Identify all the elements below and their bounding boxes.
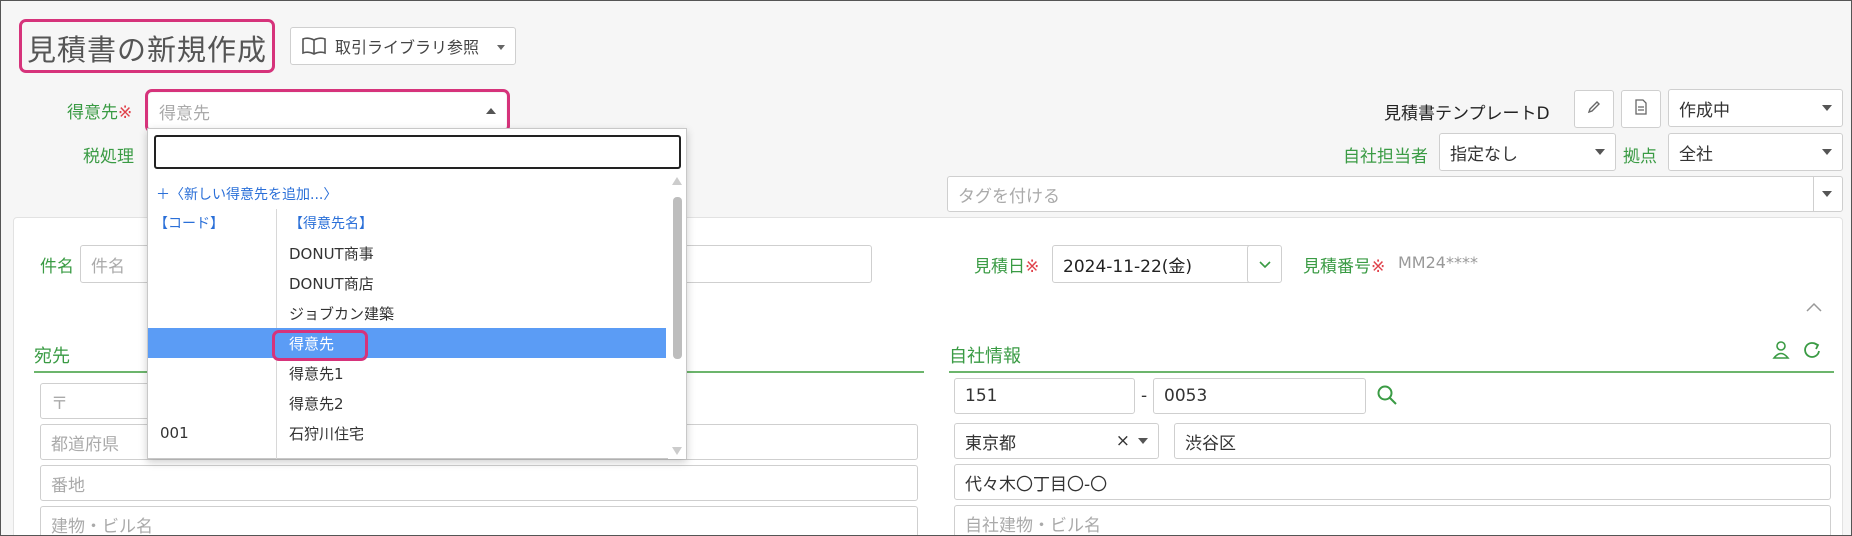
document-button[interactable] [1621,90,1661,128]
search-icon[interactable] [1376,384,1398,410]
book-icon [301,36,327,56]
customer-dropdown: ＋〈新しい得意先を追加...〉 【コード】 【得意先名】 DONUT商事 DON… [147,128,687,459]
staff-label: 自社担当者 [1343,147,1428,167]
status-select[interactable]: 作成中 [1668,89,1843,127]
refresh-icon[interactable] [1802,340,1822,364]
chevron-down-icon [497,45,505,50]
company-prefecture-select[interactable]: 東京都 × [954,423,1159,459]
estimate-number-label: 見積番号※ [1303,257,1386,277]
branch-label: 拠点 [1623,147,1657,167]
window: 見積書の新規作成 取引ライブラリ参照 得意先※ 得意先 税処理 見積書テンプレー… [0,0,1852,536]
list-item[interactable]: DONUT商事 [148,238,666,268]
clear-icon[interactable]: × [1116,431,1130,451]
tax-label: 税処理 [83,147,134,167]
page-title: 見積書の新規作成 [27,33,268,67]
list-item[interactable]: ジョブカン建築 [148,298,666,328]
chevron-down-icon [1138,438,1148,444]
customer-label: 得意先※ [67,103,133,123]
customer-search-input[interactable] [154,135,681,169]
pencil-icon [1586,99,1602,119]
estimate-number-value: MM24**** [1398,253,1478,272]
scroll-down-arrow-icon[interactable] [672,447,682,455]
chevron-down-icon [1822,191,1832,197]
code-column-header: 【コード】 [154,216,224,232]
scrollbar-track[interactable] [668,173,686,459]
list-item[interactable]: 得意先2 [148,388,666,418]
chevron-down-icon [1595,149,1605,155]
tags-input[interactable]: タグを付ける [947,176,1843,212]
recipient-address-input[interactable]: 番地 [40,465,918,501]
company-section-title: 自社情報 [949,346,1021,367]
company-city-input[interactable]: 渋谷区 [1174,423,1831,459]
list-item-selected[interactable]: 得意先 [148,328,666,358]
list-item[interactable]: DONUT商店 [148,268,666,298]
recipient-building-input[interactable]: 建物・ビル名 [40,506,918,535]
library-button-label: 取引ライブラリ参照 [335,38,480,57]
estimate-date-input[interactable]: 2024-11-22(金) [1052,245,1260,283]
branch-select[interactable]: 全社 [1668,133,1843,171]
company-address-input[interactable]: 代々木〇丁目〇-〇 [954,464,1831,500]
name-column-header: 【得意先名】 [289,216,373,232]
date-dropdown-button[interactable] [1247,245,1282,283]
library-button[interactable]: 取引ライブラリ参照 [290,27,516,65]
tags-dropdown-divider [1813,177,1814,211]
staff-select[interactable]: 指定なし [1439,133,1616,171]
list-item[interactable]: 得意先1 [148,358,666,388]
postal-separator: - [1141,386,1148,406]
customer-select[interactable]: 得意先 [149,93,506,129]
subject-label: 件名 [40,257,74,277]
chevron-down-icon [1822,105,1832,111]
person-icon[interactable] [1772,340,1790,364]
company-postal1-input[interactable]: 151 [954,378,1135,414]
company-building-input[interactable]: 自社建物・ビル名 [954,505,1831,535]
edit-template-button[interactable] [1574,90,1614,128]
template-label: 見積書テンプレートD [1384,104,1550,124]
selected-item-highlight [272,330,368,361]
company-section-line [949,371,1834,373]
scroll-up-arrow-icon[interactable] [672,177,682,185]
chevron-down-icon [1822,149,1832,155]
add-new-customer-link[interactable]: ＋〈新しい得意先を追加...〉 [156,184,337,204]
collapse-chevron-icon[interactable] [1804,298,1824,317]
company-postal2-input[interactable]: 0053 [1153,378,1366,414]
chevron-up-icon [486,108,496,114]
document-icon [1634,99,1648,119]
recipient-section-title: 宛先 [34,346,70,367]
estimate-date-label: 見積日※ [974,257,1040,277]
chevron-down-icon [1258,255,1272,274]
list-item[interactable]: 001 石狩川住宅 [148,418,666,448]
scrollbar-thumb[interactable] [673,197,682,359]
